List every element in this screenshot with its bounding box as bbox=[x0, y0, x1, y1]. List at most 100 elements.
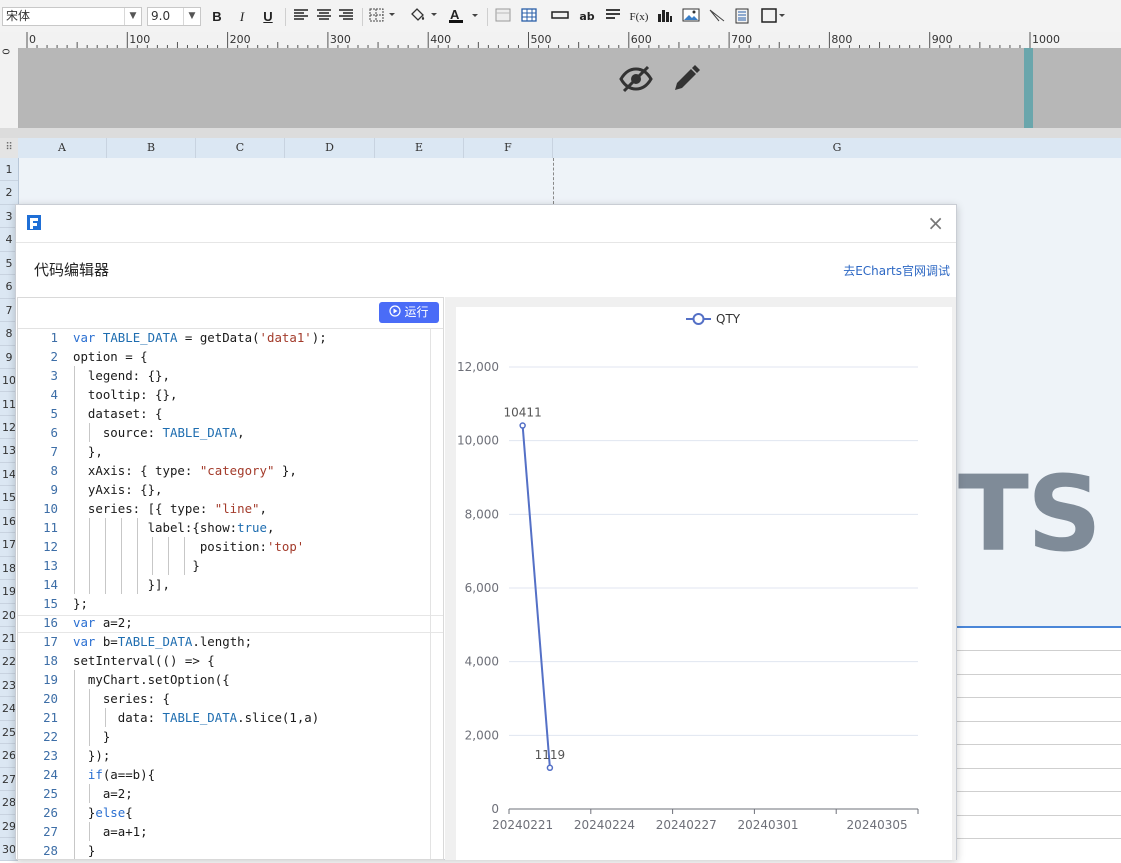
code-line[interactable]: if(a==b){ bbox=[73, 765, 155, 784]
vertical-ruler: 0 bbox=[0, 32, 19, 130]
close-icon[interactable]: × bbox=[927, 213, 944, 233]
code-line[interactable]: }, bbox=[73, 442, 103, 461]
data-point[interactable] bbox=[546, 764, 554, 772]
bar-chart-icon bbox=[658, 10, 672, 22]
sheet-gridline bbox=[957, 791, 1121, 793]
code-line[interactable]: }); bbox=[73, 746, 110, 765]
code-line[interactable]: source: TABLE_DATA, bbox=[73, 423, 245, 442]
merge-cells-button[interactable] bbox=[494, 8, 512, 26]
fill-color-button[interactable] bbox=[408, 8, 440, 26]
line-number: 20 bbox=[43, 691, 58, 706]
textbox-button[interactable] bbox=[551, 8, 569, 26]
line-number: 15 bbox=[43, 596, 58, 611]
editor-scrollbar[interactable] bbox=[430, 328, 431, 859]
legend-item-qty[interactable]: QTY bbox=[686, 312, 741, 326]
select-all-corner[interactable]: ⠿ bbox=[0, 138, 19, 159]
code-line[interactable]: } bbox=[73, 841, 95, 859]
code-line[interactable]: setInterval(() => { bbox=[73, 651, 215, 670]
italic-button[interactable]: I bbox=[233, 8, 251, 26]
code-line[interactable]: var b=TABLE_DATA.length; bbox=[73, 632, 252, 651]
dialog-title: 代码编辑器 bbox=[34, 261, 110, 279]
barcode-button[interactable] bbox=[733, 8, 751, 26]
line-number: 24 bbox=[43, 767, 58, 782]
column-header-c[interactable]: C bbox=[196, 138, 285, 158]
sheet-gridline bbox=[957, 744, 1121, 746]
line-number: 11 bbox=[43, 520, 58, 535]
echarts-debug-link[interactable]: 去ECharts官网调试 bbox=[843, 262, 950, 279]
align-left-button[interactable] bbox=[292, 8, 310, 26]
y-tick-label: 6,000 bbox=[465, 581, 499, 595]
code-line[interactable]: dataset: { bbox=[73, 404, 163, 423]
font-name-value: 宋体 bbox=[6, 9, 31, 23]
code-line[interactable]: tooltip: {}, bbox=[73, 385, 178, 404]
font-name-select[interactable]: 宋体 ▼ bbox=[2, 7, 142, 26]
pencil-icon[interactable] bbox=[671, 64, 701, 94]
design-area[interactable] bbox=[19, 48, 1121, 128]
code-line[interactable]: } bbox=[73, 727, 110, 746]
code-line[interactable]: xAxis: { type: "category" }, bbox=[73, 461, 297, 480]
code-area[interactable]: 1 var TABLE_DATA = getData('data1'); 2 opti… bbox=[18, 328, 443, 859]
ruler-tick-label: 400 bbox=[430, 33, 451, 46]
code-line[interactable]: myChart.setOption({ bbox=[73, 670, 230, 689]
align-right-button[interactable] bbox=[337, 8, 355, 26]
underline-button[interactable]: U bbox=[259, 8, 277, 26]
y-tick-label: 12,000 bbox=[457, 360, 499, 374]
align-center-button[interactable] bbox=[315, 8, 333, 26]
bold-button[interactable]: B bbox=[208, 8, 226, 26]
x-tick-label: 20240305 bbox=[847, 818, 908, 832]
formula-button[interactable]: F(x) bbox=[627, 8, 651, 26]
frame-button[interactable] bbox=[760, 8, 786, 26]
code-line[interactable]: yAxis: {}, bbox=[73, 480, 163, 499]
eye-slash-icon[interactable] bbox=[619, 64, 653, 94]
code-line[interactable]: label:{show:true, bbox=[73, 518, 275, 537]
splitter[interactable] bbox=[0, 128, 1121, 138]
line-number: 21 bbox=[43, 710, 58, 725]
code-line[interactable]: }else{ bbox=[73, 803, 133, 822]
sheet-gridline bbox=[957, 650, 1121, 652]
code-line[interactable]: }; bbox=[73, 594, 88, 613]
code-line[interactable]: series: { bbox=[73, 689, 170, 708]
column-header-b[interactable]: B bbox=[107, 138, 196, 158]
image-button[interactable] bbox=[681, 8, 701, 26]
column-header-a[interactable]: A bbox=[18, 138, 107, 158]
merge-cells-icon bbox=[495, 8, 511, 22]
line-number: 16 bbox=[43, 615, 58, 630]
code-line[interactable]: var a=2; bbox=[73, 613, 133, 632]
run-button[interactable]: 运行 bbox=[379, 302, 439, 323]
code-editor[interactable]: 运行 1 var TABLE_DATA = getData('data1'); 2 o… bbox=[17, 297, 444, 860]
column-header-d[interactable]: D bbox=[285, 138, 375, 158]
text-ab-button[interactable]: ab bbox=[577, 8, 597, 26]
paragraph-button[interactable] bbox=[604, 8, 622, 26]
column-header-e[interactable]: E bbox=[375, 138, 464, 158]
table-button[interactable] bbox=[520, 8, 538, 26]
column-header-g[interactable]: G bbox=[553, 138, 1121, 158]
row-header-2[interactable]: 2 bbox=[0, 181, 18, 205]
column-header-f[interactable]: F bbox=[464, 138, 553, 158]
code-line[interactable]: option = { bbox=[73, 347, 148, 366]
app-logo-icon bbox=[27, 215, 41, 230]
y-tick-label: 10,000 bbox=[457, 434, 499, 448]
sheet-gridline bbox=[957, 814, 1121, 816]
code-line[interactable]: data: TABLE_DATA.slice(1,a) bbox=[73, 708, 319, 727]
table-icon bbox=[521, 8, 537, 22]
row-header-1[interactable]: 1 bbox=[0, 158, 18, 182]
code-line[interactable]: position:'top' bbox=[73, 537, 304, 556]
chart-canvas[interactable]: 0 2,000 4,000 6,000 8,000 10,000 12,000 2024022… bbox=[456, 307, 952, 860]
x-tick-label: 20240224 bbox=[574, 818, 635, 832]
chart-button[interactable] bbox=[656, 8, 674, 26]
code-line[interactable]: legend: {}, bbox=[73, 366, 170, 385]
slash-button[interactable] bbox=[708, 8, 726, 26]
font-size-select[interactable]: 9.0 ▼ bbox=[147, 7, 201, 26]
border-button[interactable] bbox=[368, 8, 398, 26]
data-point[interactable] bbox=[519, 422, 526, 429]
code-line[interactable]: a=a+1; bbox=[73, 822, 148, 841]
indent-guide bbox=[89, 784, 90, 803]
font-size-value: 9.0 bbox=[151, 9, 171, 23]
code-line[interactable]: series: [{ type: "line", bbox=[73, 499, 267, 518]
code-line[interactable]: a=2; bbox=[73, 784, 133, 803]
data-label: 10411 bbox=[504, 406, 542, 420]
line-number: 19 bbox=[43, 672, 58, 687]
code-line[interactable]: var TABLE_DATA = getData('data1'); bbox=[73, 328, 327, 347]
font-color-button[interactable]: A bbox=[447, 7, 481, 26]
line-number: 10 bbox=[43, 501, 58, 516]
